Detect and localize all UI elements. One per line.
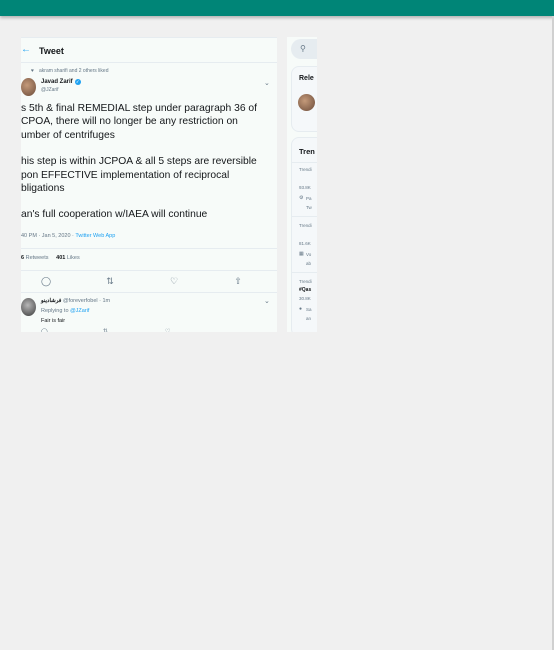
reply-author-name[interactable]: فرشادينو [41,298,61,304]
search-box[interactable]: ⚲ [291,39,317,59]
social-context: ♥ akram sharifi and 2 others liked [31,68,108,74]
like-icon[interactable]: ♡ [165,328,170,332]
trend-context: Trendi [299,167,312,172]
tweet-line: an's full cooperation w/IAEA will contin… [21,209,208,221]
tweet-line: umber of centrifuges [21,129,115,141]
trends-title: Tren [299,147,315,156]
chevron-down-icon[interactable]: ⌄ [264,80,270,87]
replying-label: Replying to [41,308,69,314]
trend-line: an [306,316,312,321]
retweets-label: Retweets [25,255,49,261]
heart-icon: ♥ [31,68,34,74]
tweet-detail-pane: ← Tweet ♥ akram sharifi and 2 others like… [21,37,277,332]
tweet-line: s 5th & final REMEDIAL step under paragr… [21,103,258,114]
retweet-icon[interactable]: ⇅ [104,276,116,286]
trend-title[interactable]: #Qas [299,287,311,293]
author-avatar[interactable] [21,78,36,96]
divider [292,272,317,273]
likes-label: Likes [66,255,80,261]
trend-count: 93.8K [299,185,311,190]
trend-line: Pa [306,196,312,201]
tweet-text: s 5th & final REMEDIAL step under paragr… [21,102,277,222]
trend-context: Trendi [299,223,312,228]
trend-item-2[interactable]: ▦ [299,251,304,257]
tweet-line: bligations [21,183,65,195]
share-icon[interactable]: ⇧ [232,276,244,286]
replying-mention[interactable]: @JZarif [70,308,89,314]
reply-header: فرشادينو @foreverfobel · 1m [41,298,111,304]
right-sidebar: ⚲ Rele Tren Trendi 93.8K ⚙ Pa Tw Trendi … [287,37,317,332]
trend-item-3[interactable]: ● [299,306,302,312]
page-title: Tweet [39,46,64,56]
search-icon: ⚲ [300,44,306,53]
reply-text: Fair is fair [41,318,66,324]
retweets-count: 6 [21,255,25,261]
relevant-people-card: Rele [291,66,317,132]
trend-line: Vo [306,252,312,257]
reply-author-handle[interactable]: @foreverfobel [63,298,98,304]
retweets-stat[interactable]: 6 Retweets [21,255,49,261]
trend-item-1[interactable]: ⚙ [299,195,303,201]
tweet-stats: 6 Retweets 401 Likes [21,255,80,261]
tweet-source[interactable]: Twitter Web App [75,233,115,239]
author-handle[interactable]: @JZarif [41,87,59,93]
divider [21,292,277,293]
trend-context: Trendi [299,279,312,284]
liked-by-text[interactable]: akram sharifi and 2 others liked [39,68,108,74]
relevant-person-avatar[interactable] [298,94,315,111]
reply-actions: ◯ ⇅ ♡ [41,328,241,332]
chevron-down-icon[interactable]: ⌄ [264,298,270,305]
divider [21,248,277,249]
verified-badge-icon: ✓ [74,79,81,85]
reply-time[interactable]: 1m [103,298,111,304]
tweet-line: pon EFFECTIVE implementation of reciproc… [21,169,230,181]
tweet-line: CPOA, there will no longer be any restri… [21,116,238,128]
replying-to: Replying to @JZarif [41,308,89,314]
author-name-row: Javad Zarif ✓ [41,79,81,85]
trend-count: 30.8K [299,296,311,301]
trends-card: Tren Trendi 93.8K ⚙ Pa Tw Trendi 81.6K ▦… [291,137,317,332]
likes-count: 401 [56,255,66,261]
app-top-bar [0,0,554,16]
trend-count: 81.6K [299,241,311,246]
divider [292,162,317,163]
trend-line: Tw [306,205,312,210]
trend-line: Sa [306,307,312,312]
tweet-timestamp: 40 PM · Jan 5, 2020 · Twitter Web App [21,233,116,239]
divider [21,270,277,271]
divider [292,216,317,217]
tweet-time[interactable]: 40 PM · Jan 5, 2020 [21,233,71,239]
likes-stat[interactable]: 401 Likes [56,255,80,261]
reply-icon[interactable]: ◯ [41,328,48,332]
retweet-icon[interactable]: ⇅ [103,328,108,332]
tweet-header: ← Tweet [21,38,277,63]
reply-icon[interactable]: ◯ [40,276,52,286]
author-name[interactable]: Javad Zarif [41,79,73,85]
reply-avatar[interactable] [21,298,36,316]
tweet-line: his step is within JCPOA & all 5 steps a… [21,156,257,168]
relevant-people-title: Rele [299,75,314,82]
like-icon[interactable]: ♡ [168,276,180,286]
trend-line: ab [306,261,312,266]
back-arrow-icon[interactable]: ← [21,44,31,56]
